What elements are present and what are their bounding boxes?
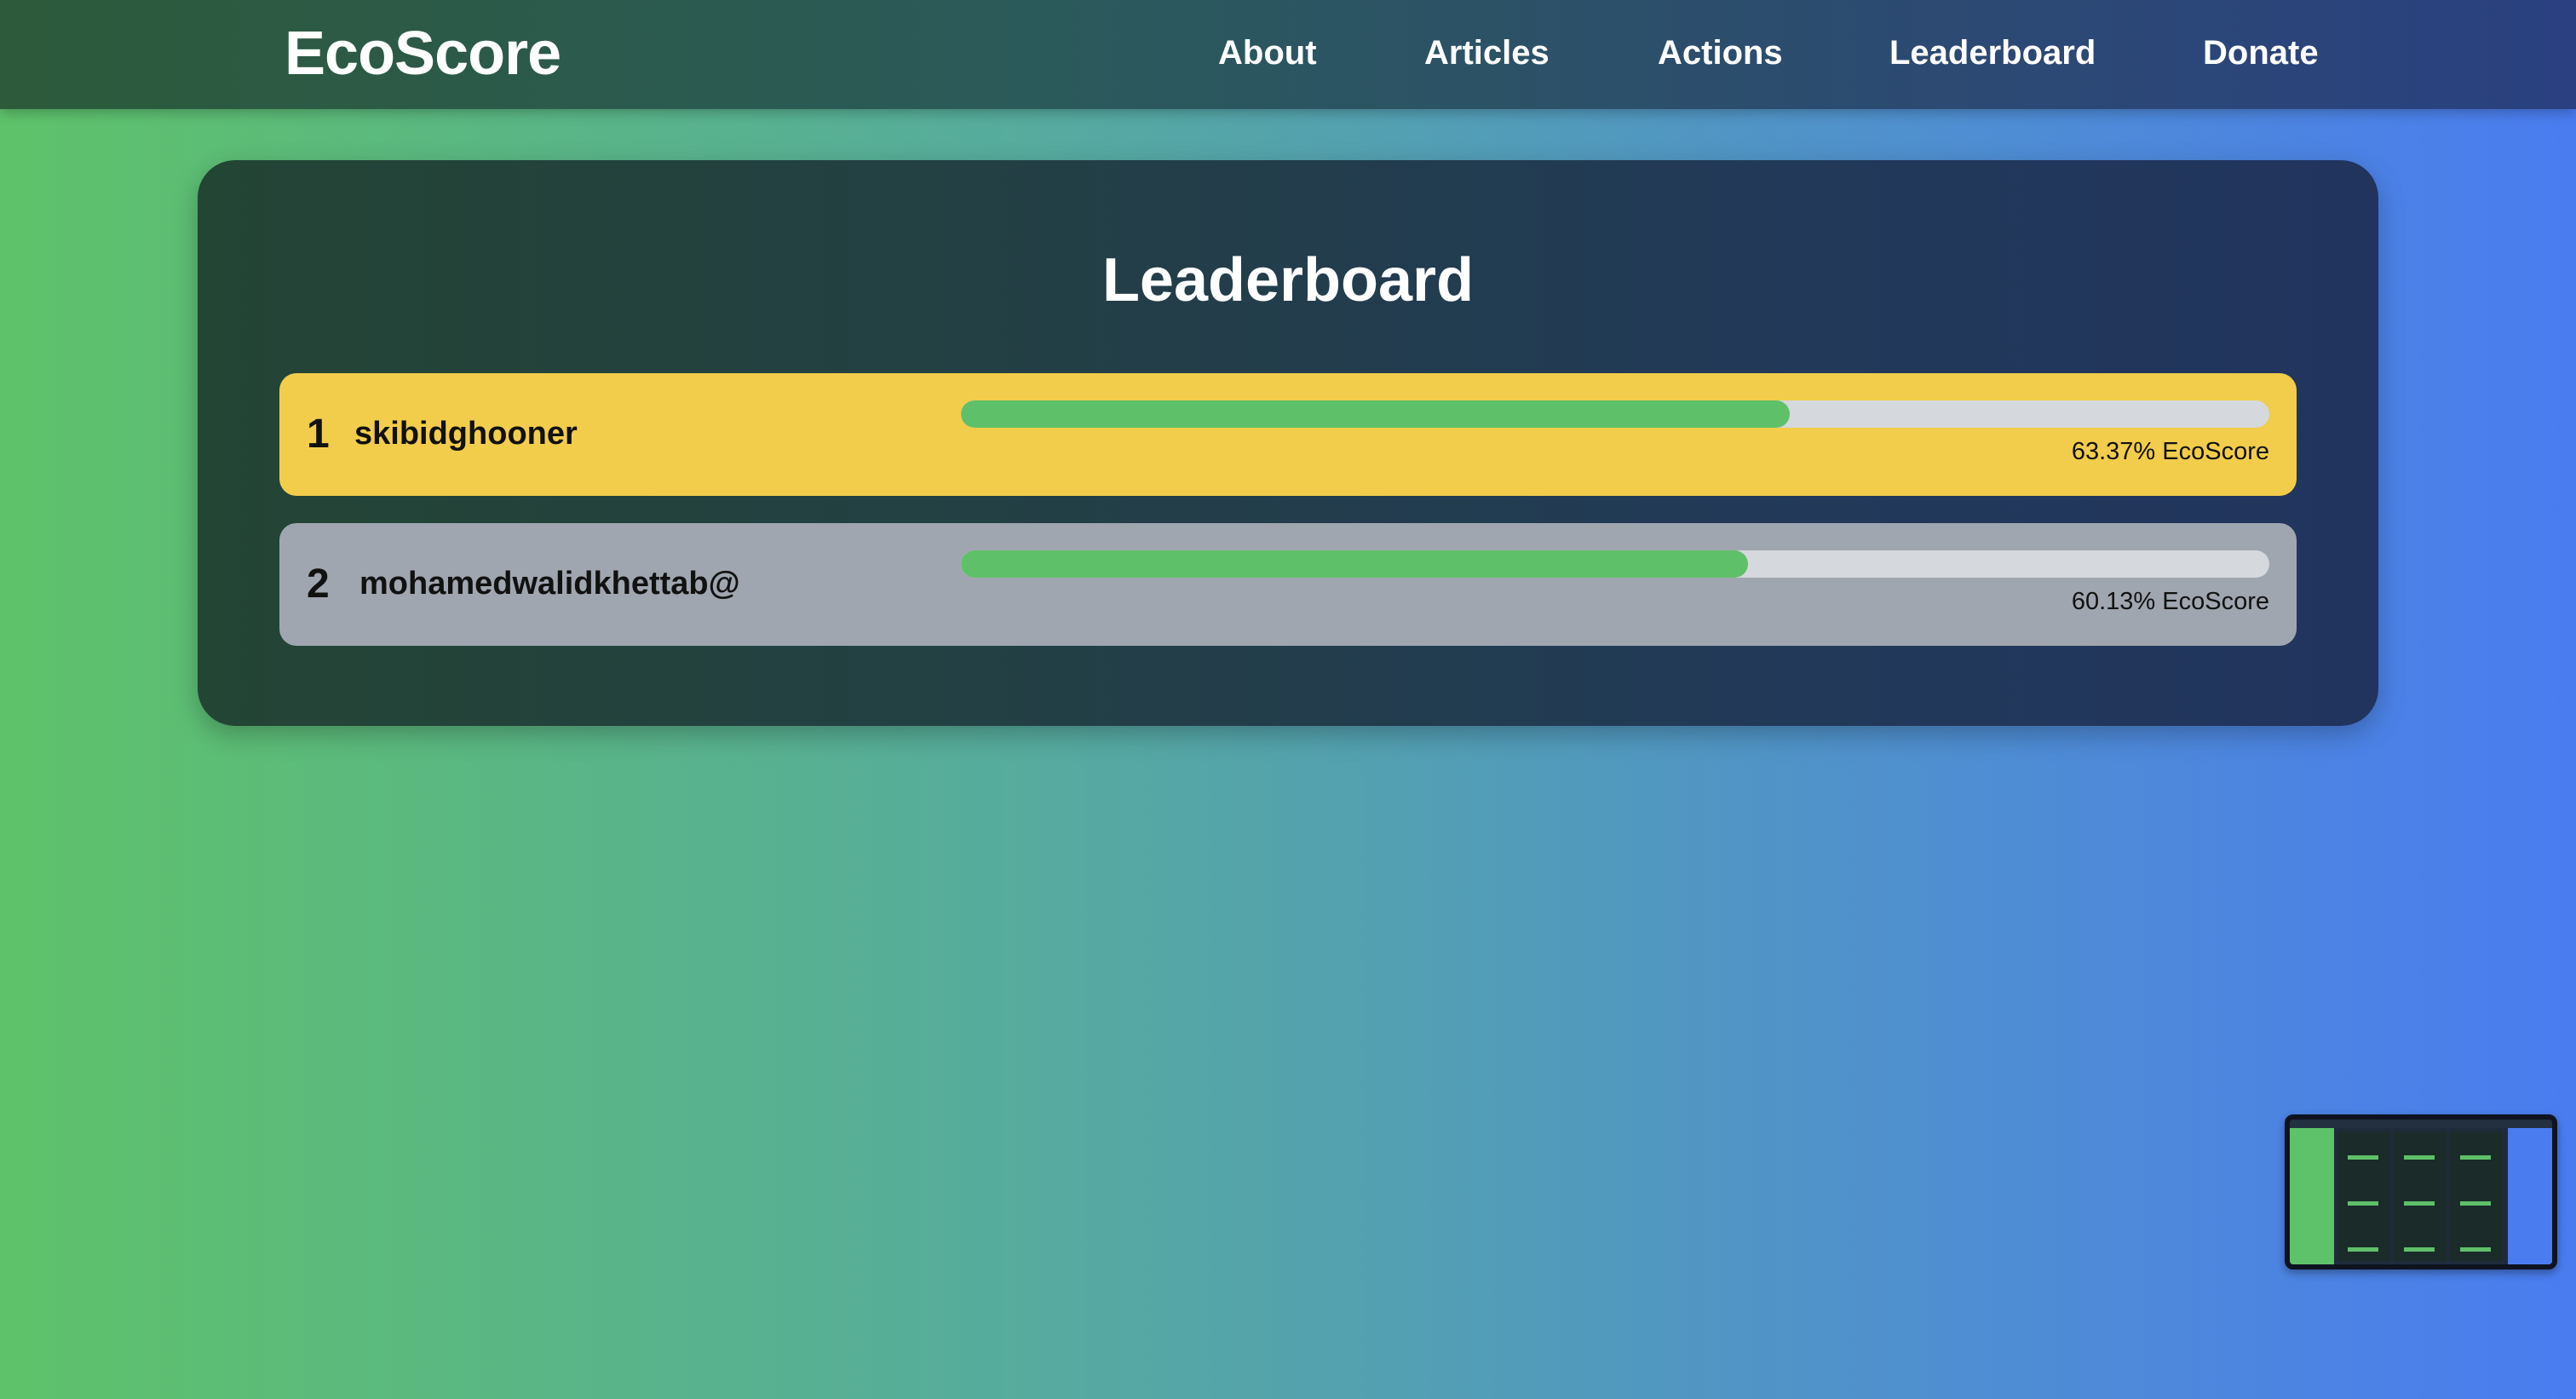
nav-link-leaderboard[interactable]: Leaderboard: [1889, 34, 2096, 72]
ecoscore-progress-bar: [961, 550, 2269, 578]
brand-logo[interactable]: EcoScore: [285, 19, 561, 89]
ecoscore-progress-fill: [961, 400, 1791, 428]
nav-link-actions[interactable]: Actions: [1658, 34, 1783, 72]
entry-username: skibidghooner: [354, 416, 578, 452]
entry-score-label: 60.13% EcoScore: [2071, 588, 2269, 615]
thumbnail-column: [2394, 1131, 2447, 1261]
ecoscore-progress-bar: [961, 400, 2269, 428]
page-title: Leaderboard: [1101, 246, 1475, 314]
nav-link-donate[interactable]: Donate: [2203, 34, 2319, 72]
thumbnail-right-panel: [2508, 1128, 2552, 1264]
thumbnail-column: [2337, 1131, 2390, 1261]
thumbnail-left-panel: [2290, 1128, 2334, 1264]
nav-link-articles[interactable]: Articles: [1424, 34, 1550, 72]
leaderboard-card: Leaderboard 1 skibidghooner 63.37% EcoSc…: [198, 160, 2378, 726]
nav-link-about[interactable]: About: [1218, 34, 1317, 72]
leaderboard-entry: 1 skibidghooner 63.37% EcoScore: [279, 373, 2297, 496]
leaderboard-entry: 2 mohamedwalidkhettab@ 60.13% EcoScore: [279, 523, 2297, 646]
thumbnail-column: [2450, 1131, 2503, 1261]
page-preview-thumbnail[interactable]: [2285, 1114, 2557, 1269]
entry-rank: 2: [307, 561, 330, 607]
entry-rank: 1: [307, 412, 330, 457]
entry-username: mohamedwalidkhettab@: [359, 566, 740, 602]
ecoscore-progress-fill: [961, 550, 1748, 578]
entry-score-label: 63.37% EcoScore: [2071, 438, 2269, 465]
top-navbar: EcoScore About Articles Actions Leaderbo…: [0, 0, 2576, 109]
thumbnail-navbar: [2290, 1120, 2552, 1128]
